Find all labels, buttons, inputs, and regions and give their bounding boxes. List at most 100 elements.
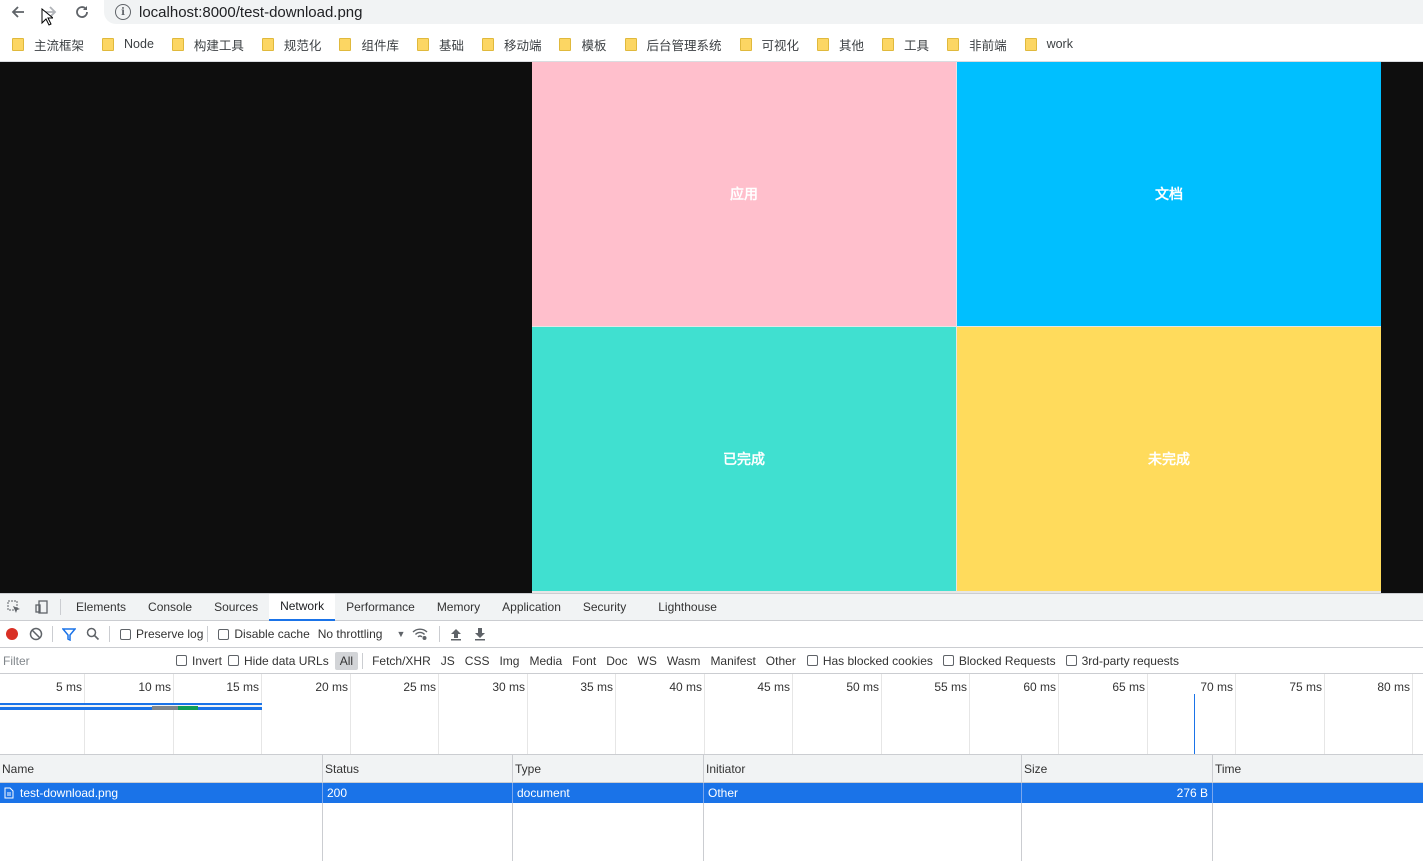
back-button[interactable] [7,1,29,23]
inspect-element-button[interactable] [0,594,28,620]
filter-type-manifest[interactable]: Manifest [705,652,760,670]
network-toolbar: Preserve log Disable cache No throttling… [0,621,1423,648]
tab-network[interactable]: Network [269,593,336,621]
address-bar[interactable]: i localhost:8000/test-download.png [104,0,1423,24]
bookmark-folder[interactable]: 移动端 [476,32,548,56]
column-header-name[interactable]: Name [0,755,322,783]
export-har-button[interactable] [468,621,492,647]
timeline-gridline: 50 ms [846,674,882,754]
tab-performance[interactable]: Performance [335,594,426,620]
record-button[interactable] [0,621,24,647]
filter-type-css[interactable]: CSS [460,652,495,670]
checkbox-box[interactable] [218,628,230,640]
bookmark-folder[interactable]: 非前端 [941,32,1013,56]
network-overview-timeline[interactable]: 5 ms 10 ms 15 ms 20 ms 25 ms 30 ms 35 ms… [0,674,1423,755]
import-har-button[interactable] [444,621,468,647]
checkbox-box[interactable] [228,655,240,666]
filter-type-other[interactable]: Other [761,652,801,670]
network-conditions-button[interactable] [405,621,435,647]
device-toolbar-button[interactable] [28,594,56,620]
site-info-icon[interactable]: i [115,4,131,20]
table-row[interactable]: test-download.png 200 document Other 276… [0,783,1423,803]
filter-type-img[interactable]: Img [494,652,524,670]
bookmark-folder[interactable]: 规范化 [256,32,328,56]
wifi-settings-icon [412,628,428,640]
request-name-cell[interactable]: test-download.png [0,783,322,803]
hide-data-urls-checkbox[interactable]: Hide data URLs [228,654,329,668]
checkbox-box[interactable] [806,655,818,666]
throttling-select[interactable]: No throttling ▼ [318,627,406,641]
filter-type-js[interactable]: JS [436,652,460,670]
has-blocked-cookies-checkbox[interactable]: Has blocked cookies [806,654,933,668]
devtools-tabbar: Elements Console Sources Network Perform… [0,593,1423,621]
tab-sources[interactable]: Sources [203,594,269,620]
browser-toolbar: i localhost:8000/test-download.png [0,0,1423,26]
timeline-gridline: 35 ms [580,674,616,754]
filter-type-all[interactable]: All [334,651,359,670]
filter-type-ws[interactable]: WS [633,652,662,670]
bookmark-folder[interactable]: 其他 [811,32,870,56]
timeline-gridline: 70 ms [1200,674,1236,754]
column-header-time[interactable]: Time [1212,755,1423,783]
bookmark-folder[interactable]: 后台管理系统 [619,32,728,56]
checkbox-box[interactable] [176,655,187,666]
timeline-gridline: 20 ms [315,674,351,754]
checkbox-box[interactable] [1065,655,1077,666]
column-header-initiator[interactable]: Initiator [703,755,1021,783]
request-initiator-cell: Other [703,783,1021,803]
filter-input[interactable] [0,651,162,670]
column-divider [703,803,704,861]
filter-type-doc[interactable]: Doc [601,652,632,670]
bookmark-folder[interactable]: Node [96,32,160,56]
bookmark-folder[interactable]: 可视化 [734,32,806,56]
reload-button[interactable] [71,1,93,23]
dom-content-loaded-marker [1194,694,1195,754]
bookmark-folder[interactable]: 基础 [411,32,470,56]
timeline-gridline: 45 ms [757,674,793,754]
bookmark-folder[interactable]: 工具 [876,32,935,56]
invert-checkbox[interactable]: Invert [176,654,222,668]
column-header-status[interactable]: Status [322,755,512,783]
filter-type-wasm[interactable]: Wasm [662,652,706,670]
disable-cache-checkbox[interactable]: Disable cache [218,627,310,641]
filter-type-media[interactable]: Media [524,652,567,670]
bookmark-folder[interactable]: 模板 [553,32,612,56]
third-party-requests-checkbox[interactable]: 3rd-party requests [1065,654,1179,668]
record-icon [6,628,18,640]
folder-icon [559,37,572,51]
checkbox-box[interactable] [942,655,954,666]
network-request-table: Name Status Type Initiator Size Time tes… [0,755,1423,861]
bookmark-folder[interactable]: 组件库 [333,32,405,56]
bookmark-folder[interactable]: 构建工具 [166,32,250,56]
column-header-type[interactable]: Type [512,755,703,783]
page-viewport: 应用 文档 已完成 未完成 [0,62,1423,593]
image-cell-docs: 文档 [957,62,1381,326]
filter-type-fetch-xhr[interactable]: Fetch/XHR [367,652,436,670]
timeline-gridline: 75 ms [1289,674,1325,754]
clear-button[interactable] [24,621,48,647]
filter-toggle-button[interactable] [57,621,81,647]
tab-memory[interactable]: Memory [426,594,491,620]
tab-lighthouse[interactable]: Lighthouse [647,594,728,620]
bookmark-folder[interactable]: 主流框架 [6,32,90,56]
tab-security[interactable]: Security [572,594,637,620]
tab-elements[interactable]: Elements [65,594,137,620]
folder-icon [739,37,752,51]
overview-download-segment [178,706,198,710]
bookmark-folder[interactable]: work [1019,32,1079,56]
filter-type-font[interactable]: Font [567,652,601,670]
preserve-log-checkbox[interactable]: Preserve log [120,627,203,641]
blocked-requests-checkbox[interactable]: Blocked Requests [942,654,1056,668]
tab-application[interactable]: Application [491,594,572,620]
request-type-cell: document [512,783,703,803]
document-icon [4,787,14,799]
checkbox-box[interactable] [120,628,131,640]
search-button[interactable] [81,621,105,647]
divider [60,599,61,615]
column-header-size[interactable]: Size [1021,755,1212,783]
device-icon [35,600,48,614]
chevron-down-icon: ▼ [396,629,406,639]
folder-icon [624,37,637,51]
tab-console[interactable]: Console [137,594,203,620]
timeline-gridline: 30 ms [492,674,528,754]
